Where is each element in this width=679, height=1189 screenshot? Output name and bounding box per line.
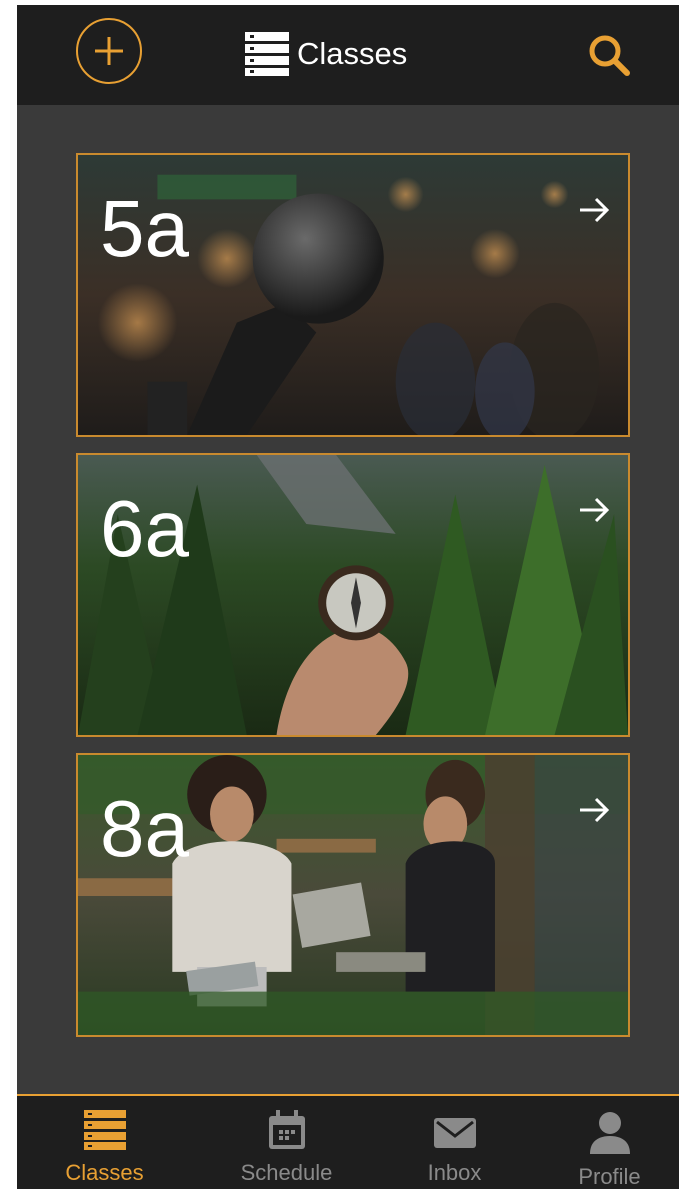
server-stack-icon — [83, 1110, 126, 1150]
arrow-right-icon — [580, 197, 610, 223]
page-title-group: Classes — [245, 32, 407, 76]
calendar-icon — [268, 1110, 305, 1149]
class-label: 6a — [100, 484, 189, 573]
nav-item-schedule[interactable]: Schedule — [204, 1096, 369, 1189]
arrow-right-icon — [580, 797, 610, 823]
nav-item-classes[interactable]: Classes — [22, 1096, 187, 1189]
envelope-icon — [433, 1118, 476, 1148]
user-icon — [589, 1112, 630, 1154]
nav-label: Profile — [578, 1164, 641, 1189]
nav-label: Inbox — [427, 1160, 482, 1185]
nav-item-profile[interactable]: Profile — [527, 1096, 679, 1189]
class-label: 5a — [100, 184, 189, 273]
add-class-button[interactable] — [76, 18, 142, 84]
page-title: Classes — [297, 36, 408, 71]
class-card-5a[interactable]: 5a — [76, 153, 630, 437]
class-card-8a[interactable]: 8a — [76, 753, 630, 1037]
server-stack-icon — [245, 32, 289, 76]
arrow-right-icon — [580, 497, 610, 523]
top-bar: Classes — [17, 5, 679, 105]
bottom-nav: Classes Schedule Inbox Profile — [17, 1094, 679, 1189]
class-card-6a[interactable]: 6a — [76, 453, 630, 737]
app-screen: Classes 5a 6a 8a Classes Schedule Inbox … — [17, 5, 679, 1189]
nav-item-inbox[interactable]: Inbox — [372, 1096, 537, 1189]
nav-label: Classes — [65, 1160, 144, 1185]
search-icon[interactable] — [587, 33, 631, 77]
class-label: 8a — [100, 784, 189, 873]
nav-label: Schedule — [240, 1160, 333, 1185]
